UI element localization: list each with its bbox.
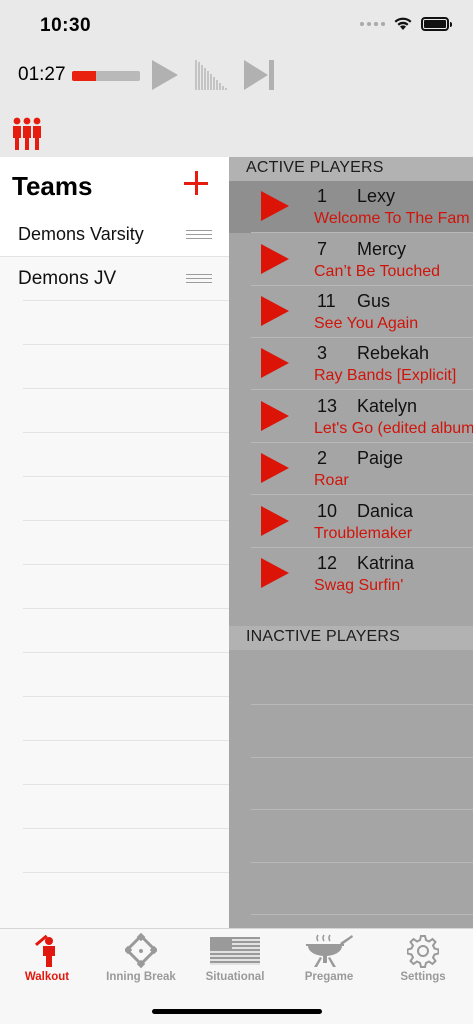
player-row[interactable]: 2 Paige Roar xyxy=(229,443,473,495)
tab-situational[interactable]: Situational xyxy=(188,929,282,991)
player-name: Lexy xyxy=(357,186,396,206)
cellular-signal-icon xyxy=(360,21,385,26)
tab-walkout[interactable]: Walkout xyxy=(0,929,94,991)
player-name: Danica xyxy=(357,501,414,521)
player-name: Gus xyxy=(357,291,391,311)
playback-controls: 01:27 xyxy=(0,50,473,110)
player-row[interactable]: 1 Lexy Welcome To The Fam xyxy=(229,181,473,233)
tab-label: Settings xyxy=(400,971,446,983)
tab-inning-break[interactable]: Inning Break xyxy=(94,929,188,991)
play-walkout-button[interactable] xyxy=(260,295,290,327)
player-name: Paige xyxy=(357,448,404,468)
play-icon[interactable] xyxy=(150,58,180,92)
play-walkout-button[interactable] xyxy=(260,190,290,222)
elapsed-time: 01:27 xyxy=(18,64,66,85)
empty-row xyxy=(23,477,229,521)
tab-pregame[interactable]: Pregame xyxy=(282,929,376,991)
reorder-handle-icon[interactable] xyxy=(186,274,212,284)
add-team-button[interactable] xyxy=(184,171,210,197)
grill-icon xyxy=(306,934,353,967)
team-row-demons-jv[interactable]: Demons JV xyxy=(18,257,229,301)
battery-icon xyxy=(421,16,452,31)
teams-list: Demons Varsity Demons JV xyxy=(0,213,229,873)
player-song: Welcome To The Fam xyxy=(314,210,470,227)
empty-row xyxy=(23,301,229,345)
player-song: Ray Bands [Explicit] xyxy=(314,367,457,384)
us-flag-icon xyxy=(210,937,260,965)
batter-icon xyxy=(34,934,55,967)
skip-next-icon[interactable] xyxy=(242,58,276,92)
tab-label: Situational xyxy=(205,971,265,983)
player-number: 2 xyxy=(317,448,328,468)
active-players-header: ACTIVE PLAYERS xyxy=(229,157,473,181)
team-name: Demons Varsity xyxy=(18,224,144,244)
empty-row xyxy=(23,609,229,653)
play-walkout-button[interactable] xyxy=(260,243,290,275)
player-row[interactable]: 11 Gus See You Again xyxy=(229,286,473,338)
player-name: Rebekah xyxy=(357,343,430,363)
play-walkout-button[interactable] xyxy=(260,347,290,379)
player-number: 11 xyxy=(317,291,336,311)
empty-row xyxy=(23,653,229,697)
home-indicator[interactable] xyxy=(152,1009,322,1014)
player-row[interactable]: 13 Katelyn Let's Go (edited album xyxy=(229,391,473,443)
player-song: Troublemaker xyxy=(314,525,413,542)
player-number: 1 xyxy=(317,186,328,206)
baseball-diamond-icon xyxy=(125,933,157,969)
player-song: Let's Go (edited album xyxy=(314,420,473,437)
playback-progress-bar[interactable] xyxy=(72,71,140,81)
team-row-demons-varsity[interactable]: Demons Varsity xyxy=(0,213,229,257)
player-song: Can’t Be Touched xyxy=(314,263,441,280)
empty-row xyxy=(23,565,229,609)
play-walkout-button[interactable] xyxy=(260,557,290,589)
player-song: Swag Surfin' xyxy=(314,577,404,594)
active-players-header-label: ACTIVE PLAYERS xyxy=(246,159,384,176)
player-name: Katrina xyxy=(357,553,415,573)
player-row[interactable]: 7 Mercy Can’t Be Touched xyxy=(229,234,473,286)
tab-label: Inning Break xyxy=(106,971,176,983)
status-icons xyxy=(360,16,452,31)
player-row[interactable]: 3 Rebekah Ray Bands [Explicit] xyxy=(229,338,473,390)
play-walkout-button[interactable] xyxy=(260,452,290,484)
status-bar: 10:30 xyxy=(0,0,473,50)
player-number: 12 xyxy=(317,553,338,573)
inactive-players-header: INACTIVE PLAYERS xyxy=(229,626,473,650)
reorder-handle-icon[interactable] xyxy=(186,230,212,240)
players-panel: ACTIVE PLAYERS 1 Lexy Welcome To The Fam… xyxy=(229,157,473,928)
teams-header: Teams xyxy=(0,157,229,213)
tab-label: Walkout xyxy=(24,971,70,983)
player-song: Roar xyxy=(314,472,349,489)
player-number: 13 xyxy=(317,396,338,416)
gear-icon xyxy=(407,935,439,968)
empty-row xyxy=(23,741,229,785)
empty-row xyxy=(23,697,229,741)
fade-out-icon[interactable] xyxy=(194,58,230,92)
player-name: Mercy xyxy=(357,239,406,259)
status-time: 10:30 xyxy=(40,15,92,36)
player-row[interactable]: 10 Danica Troublemaker xyxy=(229,496,473,548)
player-number: 3 xyxy=(317,343,328,363)
player-name: Katelyn xyxy=(357,396,418,416)
empty-row xyxy=(23,345,229,389)
empty-row xyxy=(23,521,229,565)
inactive-players-header-label: INACTIVE PLAYERS xyxy=(246,628,401,645)
tab-label: Pregame xyxy=(304,971,354,983)
play-walkout-button[interactable] xyxy=(260,400,290,432)
play-walkout-button[interactable] xyxy=(260,505,290,537)
empty-row xyxy=(23,433,229,477)
playback-progress-fill xyxy=(72,71,96,81)
team-players-icon[interactable] xyxy=(12,116,42,152)
teams-panel: Teams Demons Varsity Demons JV xyxy=(0,157,229,928)
team-name: Demons JV xyxy=(18,268,117,289)
player-number: 7 xyxy=(317,239,328,259)
empty-row xyxy=(23,829,229,873)
player-row[interactable]: 12 Katrina Swag Surfin' xyxy=(229,548,473,600)
teams-title: Teams xyxy=(12,171,93,201)
player-number: 10 xyxy=(317,501,338,521)
empty-row xyxy=(23,785,229,829)
tab-settings[interactable]: Settings xyxy=(376,929,470,991)
empty-row xyxy=(23,389,229,433)
wifi-icon xyxy=(394,17,412,30)
player-song: See You Again xyxy=(314,315,419,332)
